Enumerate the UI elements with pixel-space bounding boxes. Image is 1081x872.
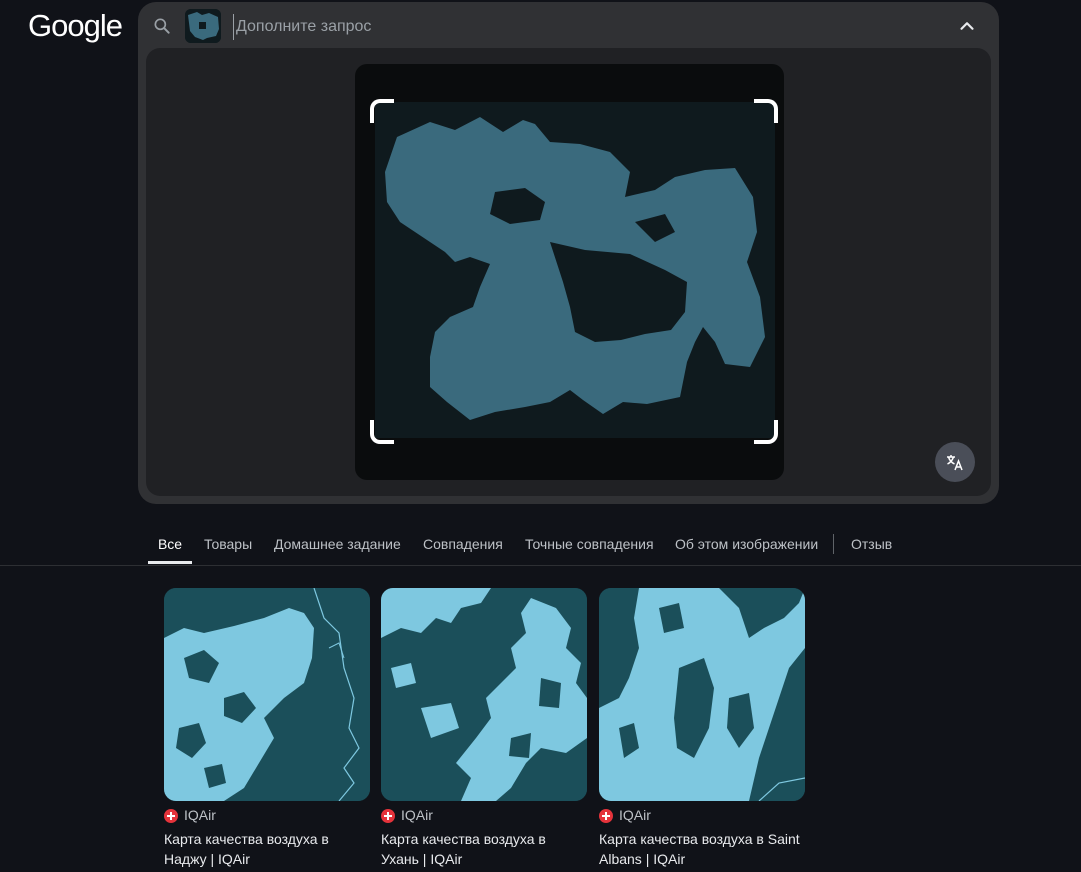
result-title[interactable]: Карта качества воздуха в Ухань | IQAir xyxy=(381,829,587,869)
result-card[interactable]: IQAir Карта качества воздуха в Наджу | I… xyxy=(164,588,370,872)
search-icon xyxy=(154,18,170,34)
crop-corner-bottom-left[interactable] xyxy=(370,420,394,444)
search-bar xyxy=(138,2,999,50)
result-thumbnail[interactable] xyxy=(164,588,370,801)
tab-exact-matches[interactable]: Точные совпадения xyxy=(525,526,654,564)
query-image-thumbnail[interactable] xyxy=(185,9,221,43)
translate-button[interactable] xyxy=(935,442,975,482)
crop-corner-top-right[interactable] xyxy=(754,99,778,123)
chevron-up-icon[interactable] xyxy=(956,15,978,37)
tab-homework[interactable]: Домашнее задание xyxy=(274,526,401,564)
iqair-favicon xyxy=(164,809,178,823)
query-image xyxy=(375,102,775,438)
result-card[interactable]: IQAir Карта качества воздуха в Saint Alb… xyxy=(599,588,805,872)
result-title[interactable]: Карта качества воздуха в Saint Albans | … xyxy=(599,829,805,869)
result-title[interactable]: Карта качества воздуха в Наджу | IQAir xyxy=(164,829,370,869)
result-card[interactable]: IQAir Карта качества воздуха в Ухань | I… xyxy=(381,588,587,872)
image-preview-area xyxy=(146,48,991,496)
result-thumbnail[interactable] xyxy=(381,588,587,801)
crop-corner-bottom-right[interactable] xyxy=(754,420,778,444)
tab-all[interactable]: Все xyxy=(148,526,192,564)
result-thumbnail[interactable] xyxy=(599,588,805,801)
search-input[interactable] xyxy=(233,14,918,40)
translate-icon xyxy=(947,455,963,471)
iqair-favicon xyxy=(381,809,395,823)
tab-about-image[interactable]: Об этом изображении xyxy=(675,526,818,564)
tab-products[interactable]: Товары xyxy=(204,526,252,564)
crop-corner-top-left[interactable] xyxy=(370,99,394,123)
iqair-favicon xyxy=(599,809,613,823)
lens-panel xyxy=(138,2,999,504)
tab-matches[interactable]: Совпадения xyxy=(423,526,503,564)
google-logo[interactable]: Google xyxy=(28,8,123,44)
tabs-divider xyxy=(0,565,1081,566)
tab-feedback[interactable]: Отзыв xyxy=(851,526,892,564)
query-image-frame[interactable] xyxy=(355,64,784,480)
tab-divider xyxy=(833,534,834,554)
